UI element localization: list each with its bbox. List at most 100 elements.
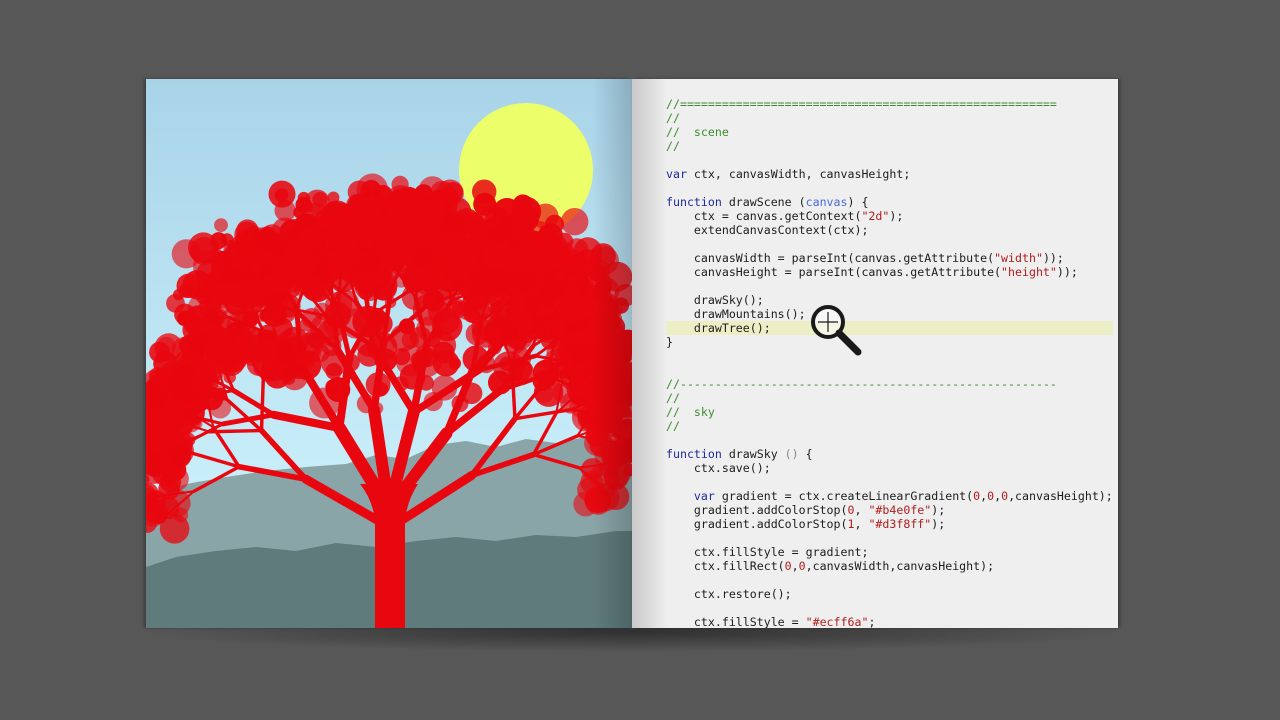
tree-leaf-cluster — [432, 204, 446, 218]
tree-leaf-cluster — [334, 233, 354, 253]
tree-leaf-cluster — [413, 246, 434, 266]
tree-leaf-cluster — [451, 395, 469, 412]
tree-scene-illustration — [146, 79, 632, 628]
tree-leaf-cluster — [543, 348, 574, 379]
tree-leaf-cluster — [217, 308, 248, 339]
code-line: ctx.fillStyle = gradient; — [666, 545, 869, 559]
open-book: //======================================… — [0, 0, 1280, 720]
tree-leaf-cluster — [513, 270, 536, 293]
tree-leaf-cluster — [597, 303, 612, 317]
code-line: // — [666, 419, 680, 433]
page-fold-shadow — [632, 79, 668, 628]
tree-leaf-cluster — [356, 394, 376, 414]
tree-leaf-cluster — [401, 331, 420, 349]
code-line: canvasWidth = parseInt(canvas.getAttribu… — [666, 251, 1064, 265]
code-line: // — [666, 139, 680, 153]
tree-leaf-cluster — [392, 229, 406, 244]
tree-leaf-cluster — [598, 482, 615, 499]
tree-leaf-cluster — [274, 200, 296, 222]
tree-leaf-cluster — [317, 319, 345, 347]
code-line: var ctx, canvasWidth, canvasHeight; — [666, 167, 911, 181]
code-line: ctx.restore(); — [666, 587, 792, 601]
highlighted-code-line: drawTree(); — [632, 321, 1118, 335]
tree-leaf-cluster — [580, 283, 598, 301]
tree-leaf-cluster — [588, 401, 605, 419]
code-line: ctx.save(); — [666, 461, 771, 475]
code-line: // — [666, 111, 680, 125]
tree-leaf-cluster — [577, 478, 601, 502]
tree-leaf-cluster — [365, 372, 391, 397]
tree-leaf-cluster — [451, 301, 466, 316]
code-line: ctx.fillRect(0,0,canvasWidth,canvasHeigh… — [666, 559, 995, 573]
tree-leaf-cluster — [299, 227, 323, 251]
code-line: // sky — [666, 405, 715, 419]
tree-leaf-cluster — [325, 362, 342, 380]
tree-leaf-cluster — [194, 360, 218, 384]
code-line: ctx.fillStyle = "#ecff6a"; — [666, 615, 876, 628]
tree-leaf-cluster — [378, 352, 397, 371]
tree-leaf-cluster — [480, 206, 503, 229]
tree-leaf-cluster — [209, 396, 232, 419]
tree-leaf-cluster — [412, 293, 445, 326]
tree-leaf-cluster — [396, 186, 421, 211]
code-line: drawSky(); — [666, 293, 764, 307]
tree-leaf-cluster — [522, 294, 541, 312]
tree-leaf-cluster — [208, 282, 225, 299]
tree-leaf-cluster — [215, 346, 246, 377]
code-line: // — [666, 391, 680, 405]
code-line: //--------------------------------------… — [666, 377, 1057, 391]
tree-leaf-cluster — [352, 215, 378, 241]
code-line: gradient.addColorStop(0, "#b4e0fe"); — [666, 503, 946, 517]
magnifier-cursor-icon — [811, 305, 862, 356]
tree-leaf-cluster — [477, 271, 497, 291]
code-line: canvasHeight = parseInt(canvas.getAttrib… — [666, 265, 1078, 279]
tree-leaf-cluster — [570, 388, 589, 407]
tree-leaf-cluster — [211, 259, 235, 284]
tree-leaf-cluster — [352, 305, 385, 338]
tree-leaf-cluster — [510, 358, 533, 381]
tree-leaf-cluster — [484, 325, 503, 344]
code-page: //======================================… — [632, 79, 1118, 628]
tree-leaf-cluster — [472, 179, 497, 204]
tree-leaf-cluster — [530, 251, 553, 275]
tree-branch — [207, 428, 264, 434]
tree-leaf-cluster — [402, 265, 424, 287]
code-line: function drawScene (canvas) { — [666, 195, 869, 209]
tree-leaf-cluster — [442, 182, 463, 203]
code-line: var gradient = ctx.createLinearGradient(… — [693, 489, 1113, 503]
tree-leaf-cluster — [554, 271, 565, 283]
tree-leaf-cluster — [169, 445, 192, 468]
code-line: gradient.addColorStop(1, "#d3f8ff"); — [666, 517, 946, 531]
tree-leaf-cluster — [293, 206, 305, 218]
code-line: extendCanvasContext(ctx); — [666, 223, 869, 237]
tree-leaf-cluster — [393, 376, 409, 392]
code-line: ctx = canvas.getContext("2d"); — [666, 209, 904, 223]
tree-leaf-cluster — [281, 364, 308, 391]
tree-branch — [259, 377, 266, 433]
tree-leaf-cluster — [598, 381, 626, 409]
code-listing: //======================================… — [632, 97, 1118, 628]
code-line: // scene — [666, 125, 729, 139]
tree-leaf-cluster — [329, 266, 357, 293]
tree-leaf-cluster — [370, 242, 385, 257]
tree-leaf-cluster — [431, 375, 458, 401]
tree-leaf-cluster — [602, 261, 632, 292]
tree-leaf-cluster — [448, 357, 461, 370]
tree-leaf-cluster — [301, 308, 322, 329]
tree-leaf-cluster — [428, 230, 453, 255]
tree-leaf-cluster — [460, 241, 473, 254]
tree-leaf-cluster — [463, 305, 481, 323]
code-line: function drawSky () { — [666, 447, 813, 461]
illustration-page — [146, 79, 632, 628]
tree-leaf-cluster — [214, 218, 228, 233]
tree-leaf-cluster — [373, 284, 390, 300]
